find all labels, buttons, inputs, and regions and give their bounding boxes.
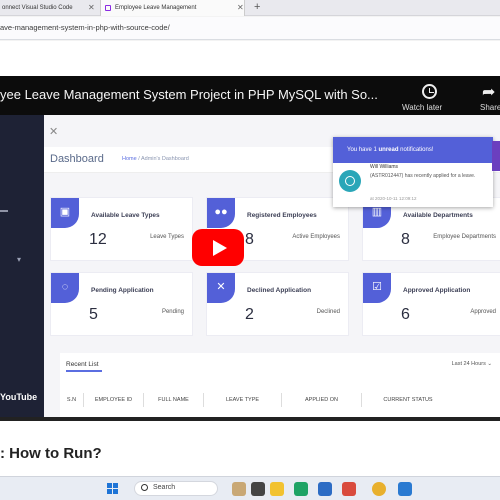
notification-dropdown[interactable]: You have 1 unread notifications! Will Wi…: [333, 137, 493, 207]
close-icon[interactable]: ✕: [237, 0, 244, 16]
taskbar-search[interactable]: Search: [134, 481, 218, 496]
column-header: EMPLOYEE ID: [84, 393, 144, 407]
card-declined[interactable]: ✕ Declined Application 2 Declined: [206, 272, 349, 336]
notification-name[interactable]: Will Williams: [370, 164, 398, 170]
check-icon: ☑: [363, 273, 391, 303]
card-title: Declined Application: [247, 287, 312, 294]
column-header: APPLIED ON: [282, 393, 362, 407]
column-header: CURRENT STATUS: [383, 397, 433, 403]
close-icon[interactable]: ✕: [49, 125, 58, 138]
card-subtitle: Leave Types: [150, 234, 184, 240]
notification-header-bold: unread: [378, 147, 399, 153]
site-favicon-icon: [105, 5, 111, 11]
search-label: Search: [153, 484, 176, 491]
clock-icon[interactable]: [422, 84, 437, 99]
card-leave-types[interactable]: ▣ Available Leave Types 12 Leave Types: [50, 197, 193, 261]
notification-message[interactable]: (ASTR012447) has recently applied for a …: [370, 173, 488, 180]
avatar: [339, 170, 361, 192]
share-icon[interactable]: ➦: [482, 82, 495, 102]
chevron-down-icon: ⌄: [487, 361, 492, 367]
card-subtitle: Employee Departments: [433, 234, 496, 240]
youtube-wordmark[interactable]: YouTube: [0, 392, 37, 402]
section-heading: : How to Run?: [0, 445, 102, 462]
breadcrumb-current: Admin's Dashboard: [140, 156, 189, 162]
spinner-icon: ◌: [51, 273, 79, 303]
briefcase-icon: ▣: [51, 198, 79, 228]
card-title: Registered Employees: [247, 212, 317, 219]
x-icon: ✕: [207, 273, 235, 303]
card-pending[interactable]: ◌ Pending Application 5 Pending: [50, 272, 193, 336]
tab-label: Employee Leave Management: [115, 5, 197, 11]
notification-header: You have 1 unread notifications!: [333, 137, 493, 163]
column-header: LEAVE TYPE: [204, 393, 282, 407]
card-value: 6: [401, 306, 410, 323]
page-title: Dashboard: [50, 153, 104, 165]
video-title[interactable]: yee Leave Management System Project in P…: [0, 87, 400, 102]
bell-icon[interactable]: [492, 141, 500, 171]
office-icon[interactable]: [342, 482, 356, 496]
card-subtitle: Approved: [470, 309, 496, 315]
admin-dashboard-frame: ▾ YouTube ✕ Dashboard Home / Admin's Das…: [0, 115, 500, 417]
browser-tab-vscode[interactable]: onnect Visual Studio Code ✕: [0, 0, 96, 16]
url-text[interactable]: ave-management-system-in-php-with-source…: [0, 17, 500, 39]
new-tab-icon[interactable]: +: [254, 0, 260, 14]
card-value: 5: [89, 306, 98, 323]
play-icon[interactable]: [192, 229, 244, 266]
time-filter-value: Last 24 Hours: [451, 361, 486, 367]
card-title: Pending Application: [91, 287, 154, 294]
card-subtitle: Declined: [316, 309, 340, 315]
sidebar-item-indicator: [0, 210, 8, 212]
active-tab-indicator: [66, 370, 102, 372]
share-label[interactable]: Share: [480, 103, 500, 112]
browser-tab-bar: onnect Visual Studio Code ✕ Employee Lea…: [0, 0, 500, 16]
windows-start-icon[interactable]: [107, 483, 119, 495]
watch-later-label[interactable]: Watch later: [402, 103, 442, 112]
page-header-area: [0, 41, 500, 76]
widgets-icon[interactable]: [232, 482, 246, 496]
task-view-icon[interactable]: [251, 482, 265, 496]
vscode-icon[interactable]: [398, 482, 412, 496]
recent-list-panel: Recent List Last 24 Hours ⌄ S.N EMPLOYEE…: [60, 353, 500, 417]
card-subtitle: Pending: [161, 309, 184, 315]
address-bar[interactable]: ave-management-system-in-php-with-source…: [0, 17, 500, 40]
users-icon: ●●: [207, 198, 235, 228]
card-value: 8: [401, 231, 410, 248]
file-explorer-icon[interactable]: [270, 482, 284, 496]
windows-taskbar: Search: [0, 476, 500, 500]
card-subtitle: Active Employees: [292, 234, 340, 240]
notification-date: at 2020-10-11 12:09:12: [370, 196, 417, 201]
sidebar: ▾ YouTube: [0, 115, 44, 417]
store-icon[interactable]: [318, 482, 332, 496]
close-icon[interactable]: ✕: [88, 0, 95, 16]
card-value: 8: [245, 231, 254, 248]
card-value: 12: [89, 231, 107, 248]
card-value: 2: [245, 306, 254, 323]
card-title: Available Departments: [403, 212, 473, 219]
card-approved[interactable]: ☑ Approved Application 6 Approved: [362, 272, 500, 336]
card-title: Available Leave Types: [91, 212, 160, 219]
browser-tab-employee-leave[interactable]: Employee Leave Management ✕: [100, 0, 245, 16]
column-header: FULL NAME: [144, 393, 204, 407]
recent-list-title[interactable]: Recent List: [66, 361, 99, 368]
tab-label: onnect Visual Studio Code: [2, 5, 73, 11]
chrome-icon[interactable]: [372, 482, 386, 496]
card-title: Approved Application: [403, 287, 471, 294]
notification-header-prefix: You have 1: [347, 147, 379, 153]
breadcrumb-home[interactable]: Home: [122, 156, 137, 162]
search-icon: [141, 484, 148, 491]
column-header: S.N: [60, 393, 84, 407]
chevron-down-icon[interactable]: ▾: [17, 255, 21, 264]
notification-header-suffix: notifications!: [398, 147, 434, 153]
time-filter-select[interactable]: Last 24 Hours ⌄: [452, 361, 492, 367]
edge-icon[interactable]: [294, 482, 308, 496]
breadcrumb: Home / Admin's Dashboard: [122, 156, 189, 162]
